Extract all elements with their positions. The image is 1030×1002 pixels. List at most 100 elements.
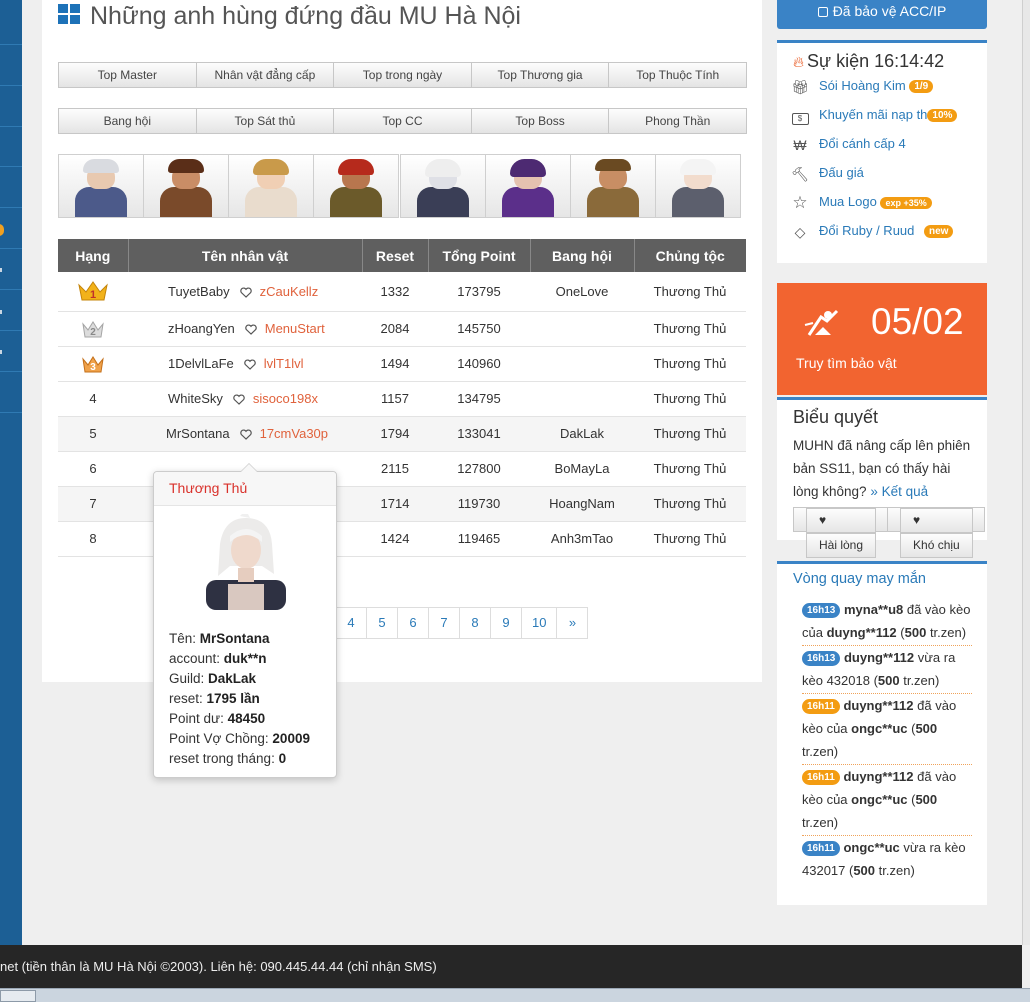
class-avatar-bar <box>58 154 746 218</box>
rank-cell: 4 <box>58 381 128 417</box>
rank-cell: 8 <box>58 521 128 557</box>
class-avatar-button[interactable] <box>228 154 314 218</box>
event-item[interactable]: $ Khuyến mãi nạp th 10% <box>777 107 987 136</box>
list-item: 16h11 duyng**112 đã vào kèo của ongc**uc… <box>802 765 972 836</box>
ranking-panel: Những anh hùng đứng đầu MU Hà Nội Top Ma… <box>42 0 762 682</box>
character-name[interactable]: WhiteSky <box>168 391 223 406</box>
list-item: 16h13 myna**u8 đã vào kèo của duyng**112… <box>802 598 972 646</box>
acc-protection-button[interactable]: Đã bảo vệ ACC/IP <box>777 0 987 29</box>
tooltip-account: duk**n <box>223 651 267 666</box>
list-item: 16h13 duyng**112 vừa ra kèo 432018 (500 … <box>802 646 972 694</box>
tab-top-sat-thu[interactable]: Top Sát thủ <box>195 108 335 134</box>
name-cell: zHoangYen MenuStart <box>128 311 362 347</box>
rank-cell: 5 <box>58 416 128 452</box>
horizontal-scrollbar[interactable] <box>0 988 1030 1002</box>
poll-result-link[interactable]: » Kết quả <box>870 484 928 499</box>
page-link[interactable]: 4 <box>335 607 367 639</box>
page-link[interactable]: 8 <box>459 607 491 639</box>
tab-top-cc[interactable]: Top CC <box>333 108 472 134</box>
rank-cell: 7 <box>58 486 128 522</box>
guild-cell <box>530 381 634 417</box>
event-item[interactable]: ◇ Đổi Ruby / Ruud new <box>777 223 987 252</box>
tooltip-point-du: 48450 <box>227 711 266 726</box>
class-avatar-button[interactable] <box>485 154 571 218</box>
class-avatar-button[interactable] <box>655 154 741 218</box>
reset-cell: 1424 <box>362 521 428 557</box>
poll-like-button[interactable]: ♥ Hài lòng <box>793 507 889 558</box>
tab-top-thuoc-tinh[interactable]: Top Thuộc Tính <box>608 62 747 88</box>
event-item[interactable]: ☆ Mua Logo exp +35% <box>777 194 987 223</box>
page-title-text: Những anh hùng đứng đầu MU Hà Nội <box>90 2 521 30</box>
table-row: 2 zHoangYen MenuStart 2084 145750 Thương … <box>58 311 746 347</box>
col-reset: Reset <box>362 239 429 272</box>
tab-top-thuong-gia[interactable]: Top Thương gia <box>470 62 610 88</box>
class-avatar-button[interactable] <box>400 154 486 218</box>
event-item[interactable]: ₩ Đổi cánh cấp 4 <box>777 136 987 165</box>
won-icon: ₩ <box>793 136 807 153</box>
page-title: Những anh hùng đứng đầu MU Hà Nội <box>58 2 521 31</box>
page-link[interactable]: 5 <box>366 607 398 639</box>
guild-cell: Anh3mTao <box>530 521 634 557</box>
tab-top-boss[interactable]: Top Boss <box>470 108 610 134</box>
time-badge: 16h11 <box>802 699 840 715</box>
race-cell: Thương Thủ <box>634 521 746 557</box>
svg-text:3: 3 <box>90 362 96 373</box>
page-link[interactable]: 10 <box>521 607 558 639</box>
character-name[interactable]: MrSontana <box>166 426 230 441</box>
point-cell: 145750 <box>428 311 530 347</box>
table-row: 5 MrSontana 17cmVa30p 1794 133041 DakLak … <box>58 416 746 452</box>
reset-cell: 1714 <box>362 486 428 522</box>
class-avatar-button[interactable] <box>313 154 399 218</box>
name-cell: TuyetBaby zCauKellz <box>128 272 362 312</box>
ranking-tabs-row-2: Bang hội Top Sát thủ Top CC Top Boss Pho… <box>58 108 747 134</box>
tab-top-master[interactable]: Top Master <box>58 62 197 88</box>
heart-icon <box>244 359 256 370</box>
spouse-name[interactable]: 17cmVa30p <box>260 426 328 441</box>
spouse-name[interactable]: MenuStart <box>265 321 325 336</box>
windows-icon <box>58 4 80 25</box>
point-cell: 173795 <box>428 272 530 312</box>
event-badge: new <box>924 225 954 239</box>
character-name[interactable]: zHoangYen <box>168 321 235 336</box>
character-name[interactable]: TuyetBaby <box>168 284 230 299</box>
page-link[interactable]: 9 <box>490 607 522 639</box>
time-badge: 16h13 <box>802 603 841 619</box>
tab-nhan-vat-dang-cap[interactable]: Nhân vật đẳng cấp <box>195 62 335 88</box>
rank-cell: 6 <box>58 451 128 487</box>
scrollbar-thumb[interactable] <box>0 990 36 1002</box>
spouse-name[interactable]: lvlT1lvl <box>264 356 304 371</box>
race-cell: Thương Thủ <box>634 311 746 347</box>
event-item[interactable]: 🔨︎ Đấu giá <box>777 165 987 194</box>
tooltip-line: account: duk**n <box>169 651 267 666</box>
class-avatar-button[interactable] <box>58 154 144 218</box>
left-nav-marker <box>0 350 2 354</box>
poll-buttons: ♥ Hài lòng ♥ Khó chịu <box>793 507 985 558</box>
heart-icon <box>239 429 252 440</box>
event-item[interactable]: 🎁︎ Sói Hoàng Kim 1/9 <box>777 78 987 107</box>
left-nav-divider <box>0 330 22 331</box>
lock-icon <box>817 7 828 18</box>
col-name: Tên nhân vật <box>128 239 363 272</box>
list-item: 16h11 duyng**112 đã vào kèo của ongc**uc… <box>802 694 972 765</box>
poll-dislike-button[interactable]: ♥ Khó chịu <box>887 507 985 558</box>
tooltip-guild: DakLak <box>208 671 257 686</box>
spouse-name[interactable]: zCauKellz <box>260 284 319 299</box>
left-nav-divider <box>0 85 22 86</box>
tab-top-trong-ngay[interactable]: Top trong ngày <box>333 62 472 88</box>
character-name[interactable]: 1DelvlLaFe <box>168 356 234 371</box>
left-nav-divider <box>0 126 22 127</box>
ranking-tabs-row-1: Top Master Nhân vật đẳng cấp Top trong n… <box>58 62 747 88</box>
class-avatar-button[interactable] <box>143 154 229 218</box>
next-page-button[interactable]: » <box>556 607 589 639</box>
page-link[interactable]: 7 <box>428 607 460 639</box>
tooltip-details: Tên: MrSontana account: duk**n Guild: Da… <box>169 629 310 769</box>
treasure-hunt-panel[interactable]: 05/02 Truy tìm bảo vật <box>777 283 987 395</box>
tab-phong-than[interactable]: Phong Thần <box>608 108 747 134</box>
class-avatar-button[interactable] <box>570 154 656 218</box>
reset-cell: 1494 <box>362 346 428 382</box>
pagination: 4 5 6 7 8 9 10 » <box>335 607 589 639</box>
spouse-name[interactable]: sisoco198x <box>253 391 318 406</box>
tooltip-line: Tên: MrSontana <box>169 631 270 646</box>
tab-bang-hoi[interactable]: Bang hội <box>58 108 197 134</box>
page-link[interactable]: 6 <box>397 607 429 639</box>
